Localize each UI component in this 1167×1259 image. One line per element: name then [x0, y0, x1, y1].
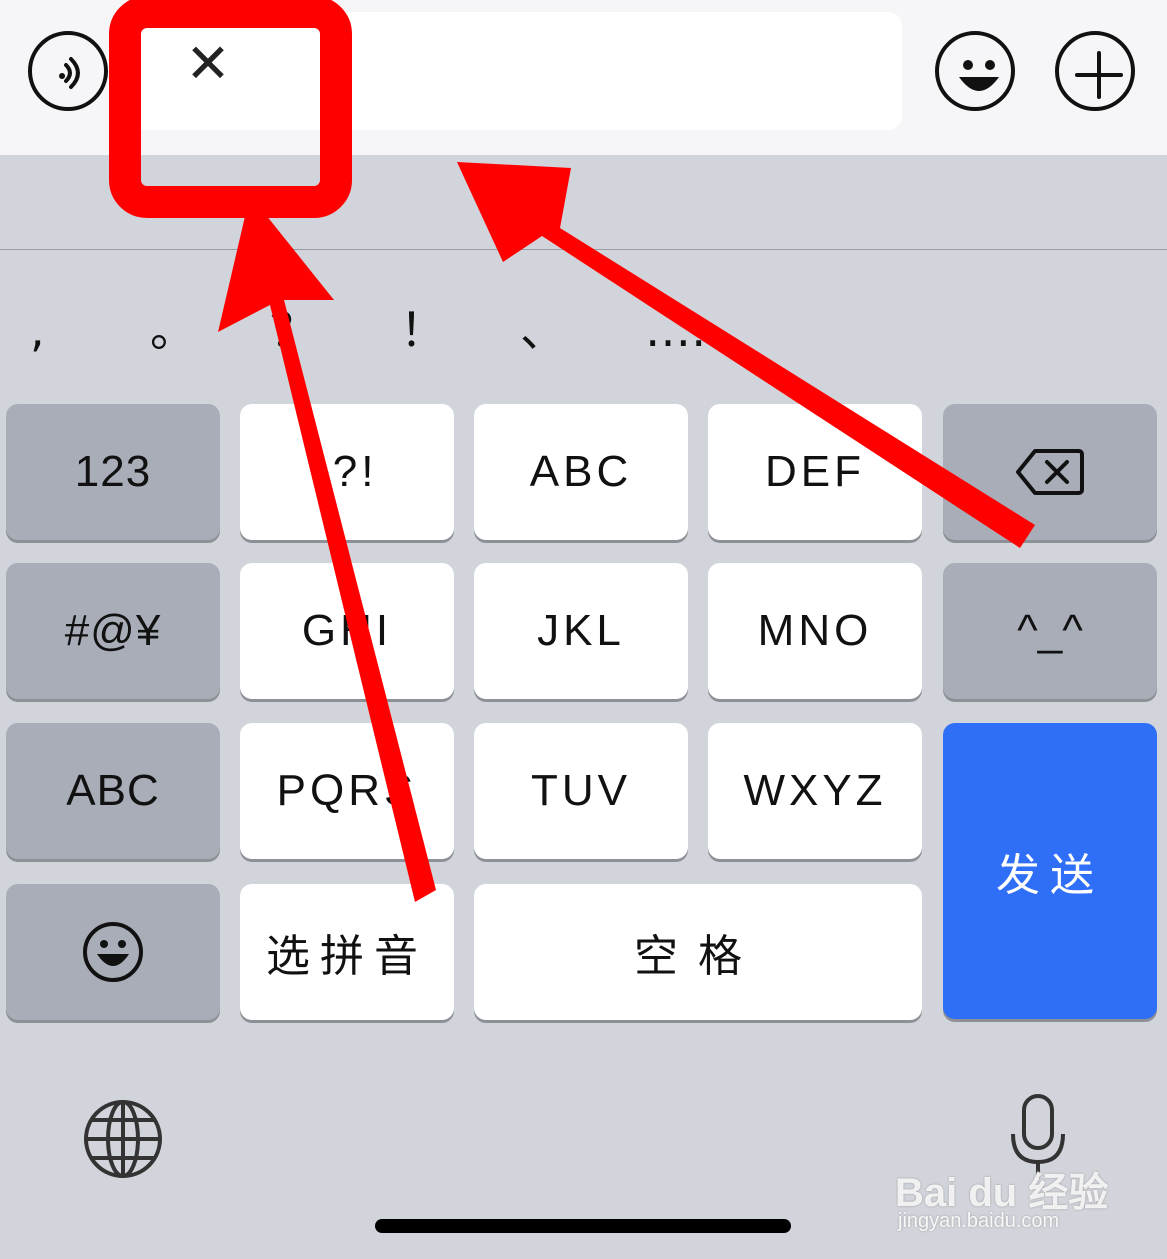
key-select-pinyin[interactable]: 选拼音 [240, 884, 454, 1020]
punct-question[interactable]: ？ [270, 300, 316, 360]
key-symbols[interactable]: #@¥ [6, 563, 220, 699]
key-space[interactable]: 空格 [474, 884, 922, 1020]
key-pqrs[interactable]: PQRS [240, 723, 454, 859]
key-def[interactable]: DEF [708, 404, 922, 540]
plus-icon [1075, 51, 1123, 99]
baidu-watermark-url: jingyan.baidu.com [898, 1210, 1060, 1232]
key-label: 123 [74, 447, 152, 496]
emoji-face-icon [83, 922, 143, 982]
key-label: WXYZ [743, 766, 887, 815]
key-label: JKL [537, 606, 625, 655]
key-label: MNO [757, 606, 873, 655]
clear-text-button[interactable]: ✕ [180, 36, 236, 92]
key-delete[interactable] [943, 404, 1157, 540]
key-kaomoji[interactable]: ^_^ [943, 563, 1157, 699]
key-label: TUV [531, 766, 631, 815]
add-more-button[interactable] [1055, 31, 1135, 111]
key-label: #@¥ [64, 606, 162, 655]
key-123[interactable]: 123 [6, 404, 220, 540]
emoji-face-icon [959, 60, 999, 91]
keyboard-suggestion-band [0, 155, 1167, 250]
key-jkl[interactable]: JKL [474, 563, 688, 699]
send-button[interactable]: 发送 [943, 723, 1157, 1019]
key-ghi[interactable]: GHI [240, 563, 454, 699]
globe-button[interactable] [82, 1098, 164, 1180]
globe-icon [84, 1100, 162, 1178]
key-label: GHI [301, 606, 393, 655]
message-input-field[interactable] [130, 12, 902, 130]
punct-period[interactable]: 。 [150, 300, 196, 360]
key-punct[interactable]: .?! [240, 404, 454, 540]
key-label: 发送 [996, 850, 1104, 901]
voice-input-button[interactable] [28, 31, 108, 111]
key-label: 选拼音 [266, 931, 428, 982]
key-label: ABC [529, 447, 633, 496]
delete-backspace-icon [1016, 449, 1084, 495]
key-wxyz[interactable]: WXYZ [708, 723, 922, 859]
key-abc-switch[interactable]: ABC [6, 723, 220, 859]
key-abc[interactable]: ABC [474, 404, 688, 540]
home-indicator[interactable] [375, 1219, 791, 1233]
emoji-button[interactable] [935, 31, 1015, 111]
key-label: ABC [66, 766, 160, 815]
punct-exclaim[interactable]: ！ [400, 300, 446, 360]
key-mno[interactable]: MNO [708, 563, 922, 699]
key-tuv[interactable]: TUV [474, 723, 688, 859]
key-label: DEF [765, 447, 865, 496]
key-label: .?! [316, 447, 378, 496]
key-emoji[interactable] [6, 884, 220, 1020]
key-label: PQRS [276, 766, 418, 815]
voice-wave-icon [59, 57, 80, 89]
punct-ellipsis[interactable]: …… [645, 300, 737, 360]
key-label: ^_^ [1017, 606, 1083, 655]
punct-dunhao[interactable]: 、 [520, 300, 566, 360]
key-label: 空格 [634, 931, 762, 982]
punct-comma[interactable]: , [30, 300, 45, 360]
